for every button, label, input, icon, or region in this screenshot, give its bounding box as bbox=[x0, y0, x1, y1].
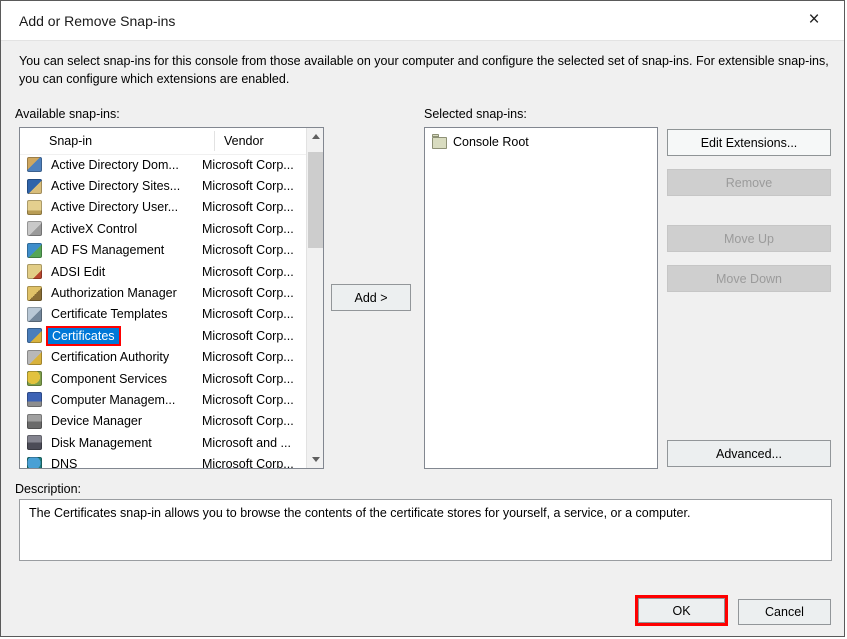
folder-icon bbox=[432, 137, 447, 149]
intro-text: You can select snap-ins for this console… bbox=[19, 52, 833, 88]
move-down-button: Move Down bbox=[667, 265, 831, 292]
computer-management-icon bbox=[27, 392, 42, 407]
scroll-up-icon[interactable] bbox=[307, 128, 324, 145]
titlebar: Add or Remove Snap-ins × bbox=[1, 1, 844, 41]
table-row[interactable]: Computer Managem... Microsoft Corp... bbox=[20, 389, 306, 410]
snapin-vendor: Microsoft Corp... bbox=[202, 243, 306, 257]
authorization-manager-icon bbox=[27, 286, 42, 301]
snapin-name: Device Manager bbox=[48, 413, 145, 429]
adfs-management-icon bbox=[27, 243, 42, 258]
adsi-edit-icon bbox=[27, 264, 42, 279]
table-row[interactable]: Active Directory Sites... Microsoft Corp… bbox=[20, 175, 306, 196]
snapin-name: Active Directory Sites... bbox=[48, 178, 183, 194]
snapin-name: Certificate Templates bbox=[48, 306, 171, 322]
snapin-name: ADSI Edit bbox=[48, 264, 108, 280]
table-row[interactable]: Certification Authority Microsoft Corp..… bbox=[20, 347, 306, 368]
snapin-vendor: Microsoft Corp... bbox=[202, 222, 306, 236]
snapin-name: Component Services bbox=[48, 371, 170, 387]
remove-button: Remove bbox=[667, 169, 831, 196]
snapin-name: Authorization Manager bbox=[48, 285, 180, 301]
snapin-vendor: Microsoft Corp... bbox=[202, 414, 306, 428]
certification-authority-icon bbox=[27, 350, 42, 365]
description-box: The Certificates snap-in allows you to b… bbox=[19, 499, 832, 561]
table-row[interactable]: Device Manager Microsoft Corp... bbox=[20, 411, 306, 432]
component-services-icon bbox=[27, 371, 42, 386]
snapin-vendor: Microsoft Corp... bbox=[202, 372, 306, 386]
active-directory-sites-icon bbox=[27, 179, 42, 194]
activex-control-icon bbox=[27, 221, 42, 236]
disk-management-icon bbox=[27, 435, 42, 450]
dns-icon bbox=[27, 457, 42, 468]
snapin-vendor: Microsoft Corp... bbox=[202, 286, 306, 300]
snapin-name: AD FS Management bbox=[48, 242, 167, 258]
scroll-down-icon[interactable] bbox=[307, 451, 324, 468]
snapin-vendor: Microsoft Corp... bbox=[202, 350, 306, 364]
snapin-name: Active Directory User... bbox=[48, 199, 181, 215]
snapin-vendor: Microsoft Corp... bbox=[202, 393, 306, 407]
snapin-name: Active Directory Dom... bbox=[48, 157, 182, 173]
table-row[interactable]: Active Directory User... Microsoft Corp.… bbox=[20, 197, 306, 218]
scrollbar-thumb[interactable] bbox=[308, 152, 323, 248]
device-manager-icon bbox=[27, 414, 42, 429]
snapin-name: DNS bbox=[48, 456, 80, 468]
table-row[interactable]: ActiveX Control Microsoft Corp... bbox=[20, 218, 306, 239]
snapin-vendor: Microsoft Corp... bbox=[202, 329, 306, 343]
snapin-vendor: Microsoft Corp... bbox=[202, 265, 306, 279]
close-icon[interactable]: × bbox=[800, 1, 828, 41]
annotation-box-certificates: Certificates bbox=[46, 326, 121, 346]
snapin-vendor: Microsoft Corp... bbox=[202, 158, 306, 172]
table-row[interactable]: AD FS Management Microsoft Corp... bbox=[20, 240, 306, 261]
table-row[interactable]: Authorization Manager Microsoft Corp... bbox=[20, 282, 306, 303]
snapin-name: ActiveX Control bbox=[48, 221, 140, 237]
table-row[interactable]: Disk Management Microsoft and ... bbox=[20, 432, 306, 453]
description-label: Description: bbox=[15, 482, 81, 496]
snapin-vendor: Microsoft and ... bbox=[202, 436, 306, 450]
advanced-button[interactable]: Advanced... bbox=[667, 440, 831, 467]
scrollbar[interactable] bbox=[306, 128, 323, 468]
console-root-label: Console Root bbox=[453, 135, 529, 149]
available-snapins-rows: Active Directory Dom... Microsoft Corp..… bbox=[20, 154, 306, 468]
table-row[interactable]: ADSI Edit Microsoft Corp... bbox=[20, 261, 306, 282]
selected-snapins-label: Selected snap-ins: bbox=[424, 107, 527, 121]
edit-extensions-button[interactable]: Edit Extensions... bbox=[667, 129, 831, 156]
add-button[interactable]: Add > bbox=[331, 284, 411, 311]
snapin-vendor: Microsoft Corp... bbox=[202, 179, 306, 193]
snapin-vendor: Microsoft Corp... bbox=[202, 307, 306, 321]
list-header: Snap-in Vendor bbox=[20, 128, 323, 155]
dialog-title: Add or Remove Snap-ins bbox=[19, 1, 175, 41]
annotation-box-ok: OK bbox=[635, 595, 728, 626]
column-header-snapin[interactable]: Snap-in bbox=[20, 131, 215, 151]
active-directory-users-icon bbox=[27, 200, 42, 215]
available-snapins-list: Snap-in Vendor Active Directory Dom... M… bbox=[19, 127, 324, 469]
snapin-name: Computer Managem... bbox=[48, 392, 178, 408]
snapin-name: Certification Authority bbox=[48, 349, 172, 365]
selected-snapins-list: Console Root bbox=[424, 127, 658, 469]
add-remove-snapins-dialog: Add or Remove Snap-ins × You can select … bbox=[0, 0, 845, 637]
active-directory-domains-icon bbox=[27, 157, 42, 172]
available-snapins-label: Available snap-ins: bbox=[15, 107, 120, 121]
snapin-vendor: Microsoft Corp... bbox=[202, 457, 306, 468]
snapin-vendor: Microsoft Corp... bbox=[202, 200, 306, 214]
table-row[interactable]: Component Services Microsoft Corp... bbox=[20, 368, 306, 389]
table-row[interactable]: Certificate Templates Microsoft Corp... bbox=[20, 304, 306, 325]
certificate-templates-icon bbox=[27, 307, 42, 322]
move-up-button: Move Up bbox=[667, 225, 831, 252]
certificates-icon bbox=[27, 328, 42, 343]
table-row[interactable]: DNS Microsoft Corp... bbox=[20, 453, 306, 468]
ok-button[interactable]: OK bbox=[638, 598, 725, 623]
list-item-console-root[interactable]: Console Root bbox=[425, 128, 657, 152]
snapin-name: Disk Management bbox=[48, 435, 155, 451]
table-row[interactable]: Active Directory Dom... Microsoft Corp..… bbox=[20, 154, 306, 175]
cancel-button[interactable]: Cancel bbox=[738, 599, 831, 625]
table-row[interactable]: Certificates Microsoft Corp... bbox=[20, 325, 306, 346]
